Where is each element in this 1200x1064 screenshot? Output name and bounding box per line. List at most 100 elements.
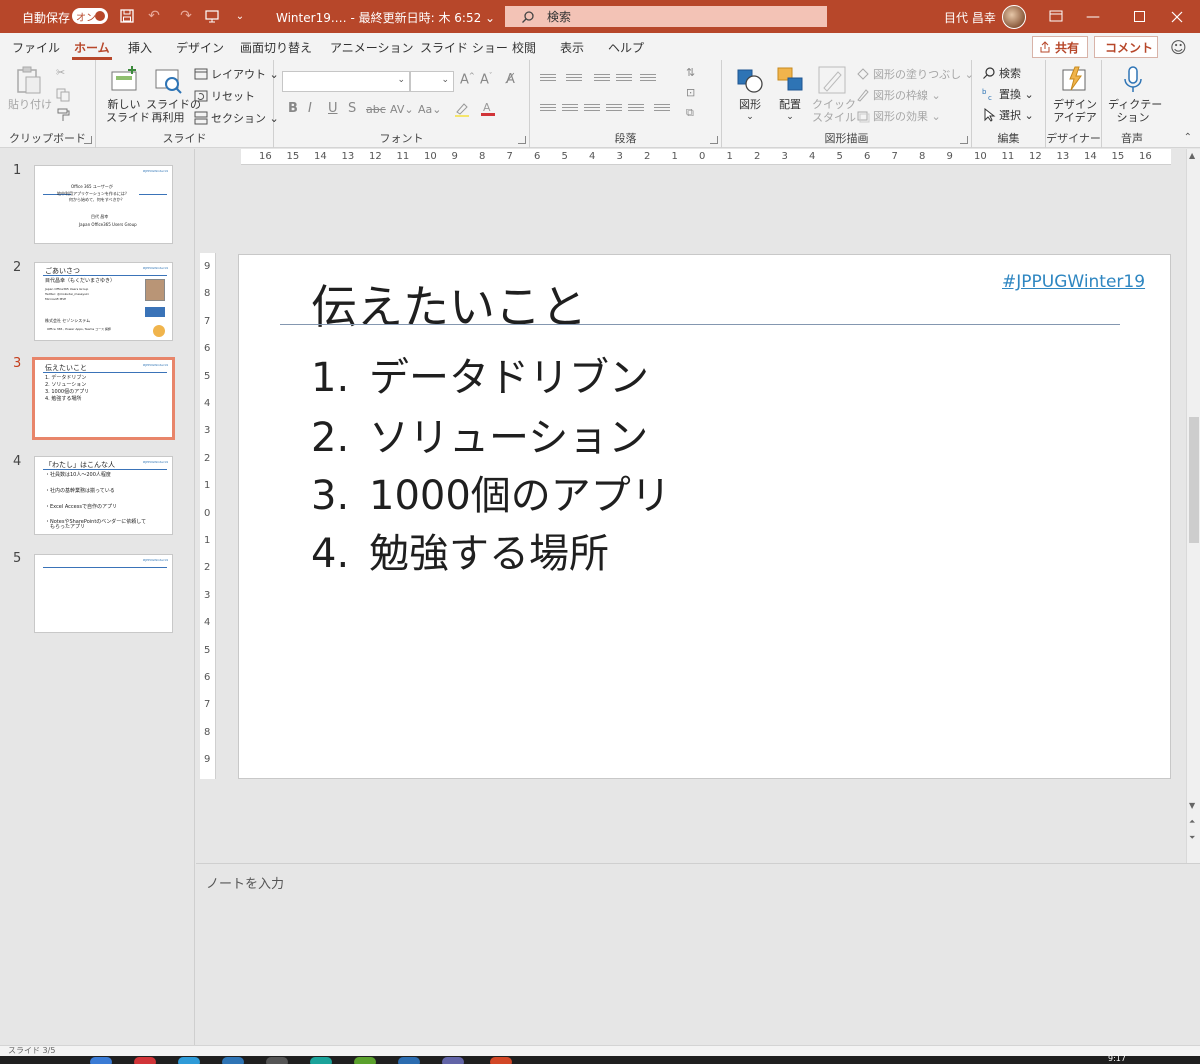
tab-slideshow[interactable]: スライド ショー xyxy=(420,39,508,56)
taskbar-app-icon[interactable] xyxy=(178,1057,200,1064)
shape-outline-button[interactable]: 図形の枠線 ⌄ xyxy=(856,87,941,103)
align-center-icon[interactable] xyxy=(562,104,578,116)
list-item[interactable]: 1. データドリブン xyxy=(311,345,649,403)
ribbon-display-options-icon[interactable] xyxy=(1046,6,1066,26)
user-name[interactable]: 目代 昌幸 xyxy=(944,9,996,26)
decrease-indent-icon[interactable] xyxy=(594,74,610,86)
char-spacing-icon[interactable]: AV⌄ xyxy=(390,103,414,116)
reuse-slides-button[interactable]: スライドの 再利用 xyxy=(146,64,201,124)
line-spacing-icon[interactable] xyxy=(640,74,656,86)
text-direction-icon[interactable]: ⇅ xyxy=(686,66,695,79)
font-color-icon[interactable]: A xyxy=(480,100,496,120)
notes-pane[interactable]: ノートを入力 xyxy=(196,863,1200,1045)
select-button[interactable]: 選択 ⌄ xyxy=(982,107,1034,123)
tab-home[interactable]: ホーム xyxy=(72,39,112,60)
tab-design[interactable]: デザイン xyxy=(176,39,224,56)
increase-indent-icon[interactable] xyxy=(616,74,632,86)
horizontal-ruler[interactable]: 16 15 14 13 12 11 10 9 8 7 6 5 4 3 2 1 0 1 2 3 4 5 6 7 8 9 10 11 12 1… xyxy=(241,149,1171,165)
layout-button[interactable]: レイアウト ⌄ xyxy=(194,66,279,82)
taskbar-app-icon[interactable] xyxy=(222,1057,244,1064)
underline-icon[interactable]: U xyxy=(328,101,338,116)
change-case-icon[interactable]: Aa⌄ xyxy=(418,103,441,116)
replace-button[interactable]: bc 置換 ⌄ xyxy=(982,86,1034,103)
format-painter-icon[interactable] xyxy=(56,108,70,122)
slide-hashtag-link[interactable]: #JPPUGWinter19 xyxy=(1002,272,1145,292)
copy-icon[interactable] xyxy=(56,88,70,102)
scroll-down-icon[interactable]: ▼ xyxy=(1189,801,1195,810)
vertical-scrollbar[interactable]: ▲ ▼ ⏶ ⏷ xyxy=(1186,149,1200,863)
decrease-font-icon[interactable]: Aˇ xyxy=(480,72,492,87)
distributed-icon[interactable] xyxy=(628,104,644,116)
find-button[interactable]: 検索 xyxy=(982,65,1021,81)
scroll-up-icon[interactable]: ▲ xyxy=(1189,151,1195,160)
increase-font-icon[interactable]: A^ xyxy=(460,72,475,87)
save-icon[interactable] xyxy=(117,6,137,26)
clear-formatting-icon[interactable]: A̸ xyxy=(506,72,515,87)
tab-insert[interactable]: 挿入 xyxy=(128,39,152,56)
taskbar-app-icon[interactable] xyxy=(134,1057,156,1064)
search-box[interactable]: 検索 xyxy=(505,6,827,27)
font-name-select[interactable]: ⌄ xyxy=(282,71,410,92)
tab-animations[interactable]: アニメーション xyxy=(330,39,414,56)
reset-button[interactable]: リセット xyxy=(194,88,255,104)
taskbar-powerpoint-icon[interactable] xyxy=(490,1057,512,1064)
feedback-smiley-icon[interactable]: ☺ xyxy=(1170,38,1187,57)
tab-review[interactable]: 校閲 xyxy=(512,39,536,56)
smartart-icon[interactable]: ⧉ xyxy=(686,106,694,120)
taskbar-app-icon[interactable] xyxy=(442,1057,464,1064)
align-right-icon[interactable] xyxy=(584,104,600,116)
previous-slide-icon[interactable]: ⏶ xyxy=(1189,817,1195,827)
taskbar-app-icon[interactable] xyxy=(354,1057,376,1064)
minimize-button[interactable]: — xyxy=(1070,0,1116,33)
clipboard-launcher-icon[interactable] xyxy=(84,136,92,144)
slide-thumbnail-1[interactable]: #JPPUGWinter19 Office 365 ユーザーが 地中利用アプリケ… xyxy=(34,165,173,244)
quick-styles-button[interactable]: クイック スタイル xyxy=(812,64,856,124)
cut-icon[interactable]: ✂ xyxy=(56,66,65,79)
taskbar-app-icon[interactable] xyxy=(266,1057,288,1064)
document-title[interactable]: Winter19.… - 最終更新日時: 木 6:52 ⌄ xyxy=(276,9,495,26)
paragraph-launcher-icon[interactable] xyxy=(710,136,718,144)
highlight-icon[interactable] xyxy=(454,101,470,121)
slide-thumbnail-4[interactable]: #JPPUGWinter19 「わたし」はこんな人 ・社員数は10人～200人程… xyxy=(34,456,173,535)
shapes-button[interactable]: 図形 ⌄ xyxy=(730,64,770,124)
tab-view[interactable]: 表示 xyxy=(560,39,584,56)
list-item[interactable]: 3. 1000個のアプリ xyxy=(311,463,671,521)
list-item[interactable]: 2. ソリューション xyxy=(311,405,648,463)
next-slide-icon[interactable]: ⏷ xyxy=(1189,833,1195,843)
section-button[interactable]: セクション ⌄ xyxy=(194,110,279,126)
justify-icon[interactable] xyxy=(606,104,622,116)
paste-button[interactable]: 貼り付け xyxy=(8,64,52,111)
autosave-toggle[interactable]: オン xyxy=(72,8,108,24)
redo-icon[interactable]: ↷ xyxy=(176,6,196,26)
close-button[interactable] xyxy=(1154,0,1200,33)
taskbar-app-icon[interactable] xyxy=(90,1057,112,1064)
slide-thumbnail-2[interactable]: #JPPUGWinter19 ごあいさつ 目代昌幸（もくだいまさゆき） Japa… xyxy=(34,262,173,341)
collapse-ribbon-icon[interactable]: ⌃ xyxy=(1184,132,1192,143)
list-item[interactable]: 4. 勉強する場所 xyxy=(311,521,609,579)
share-button[interactable]: 共有 xyxy=(1032,36,1088,58)
undo-icon[interactable]: ↶ xyxy=(144,6,164,26)
vertical-ruler[interactable]: 9 8 7 6 5 4 3 2 1 0 1 2 3 4 5 6 7 8 9 xyxy=(200,253,216,779)
slide-title[interactable]: 伝えたいこと xyxy=(311,271,587,337)
shape-effects-button[interactable]: 図形の効果 ⌄ xyxy=(856,108,941,124)
tab-transitions[interactable]: 画面切り替え xyxy=(240,39,312,56)
strikethrough-icon[interactable]: abc xyxy=(366,103,386,116)
slide-thumbnail-5[interactable]: #JPPUGWinter19 xyxy=(34,554,173,633)
new-slide-button[interactable]: 新しい スライド xyxy=(106,64,150,124)
align-text-icon[interactable]: ⊡ xyxy=(686,86,695,99)
font-launcher-icon[interactable] xyxy=(518,136,526,144)
arrange-button[interactable]: 配置 ⌄ xyxy=(772,64,808,124)
current-slide[interactable]: 伝えたいこと #JPPUGWinter19 1. データドリブン 2. ソリューショ… xyxy=(238,254,1171,779)
bullets-icon[interactable] xyxy=(540,74,556,86)
design-ideas-button[interactable]: デザイン アイデア xyxy=(1052,64,1098,124)
taskbar-app-icon[interactable] xyxy=(310,1057,332,1064)
slide-thumbnail-3[interactable]: #JPPUGWinter19 伝えたいこと 1. データドリブン 2. ソリュー… xyxy=(32,357,175,440)
scrollbar-thumb[interactable] xyxy=(1189,417,1199,543)
align-left-icon[interactable] xyxy=(540,104,556,116)
taskbar-app-icon[interactable] xyxy=(398,1057,420,1064)
present-icon[interactable] xyxy=(202,6,222,26)
customize-qat-icon[interactable]: ⌄ xyxy=(230,6,250,26)
numbering-icon[interactable] xyxy=(566,74,582,86)
shape-fill-button[interactable]: 図形の塗りつぶし ⌄ xyxy=(856,66,974,82)
dictate-button[interactable]: ディクテー ション xyxy=(1108,64,1162,124)
